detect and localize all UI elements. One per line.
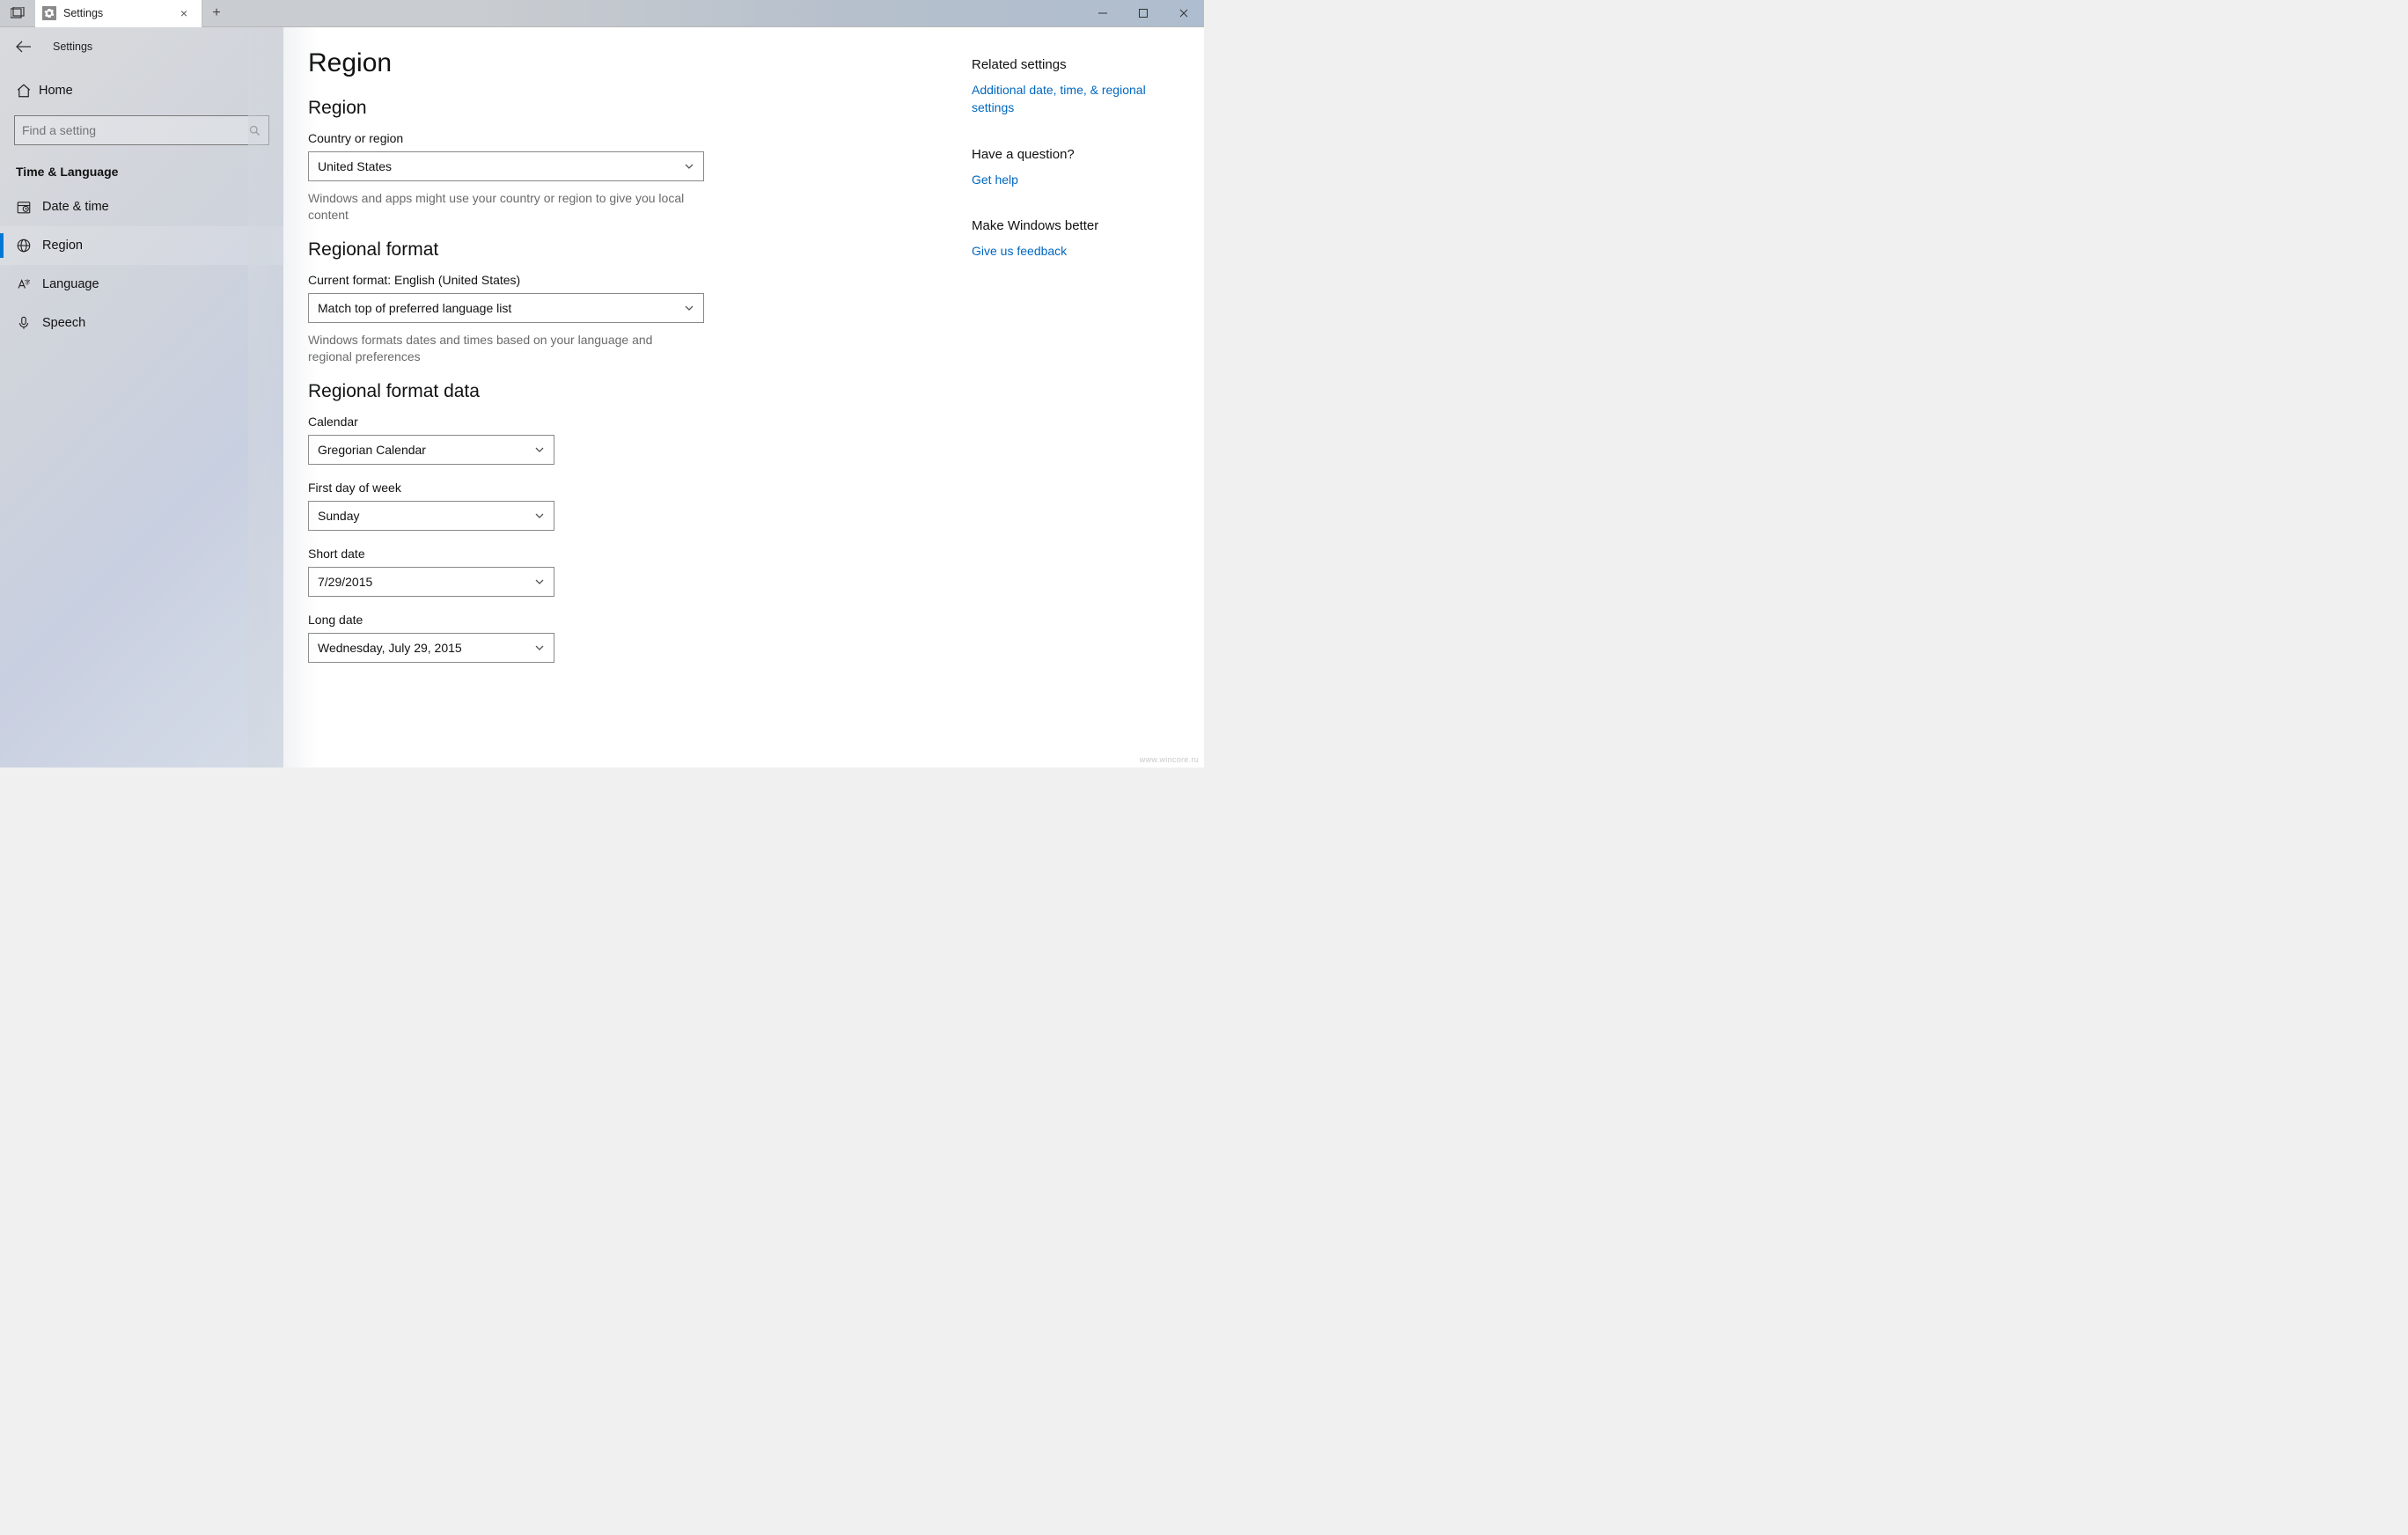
sidebar-item-region[interactable]: Region <box>0 226 283 265</box>
chevron-down-icon <box>534 444 545 455</box>
app-name-label: Settings <box>53 40 92 53</box>
new-tab-button[interactable]: + <box>202 5 231 21</box>
home-icon <box>16 83 39 99</box>
clock-icon <box>16 199 42 215</box>
search-wrap <box>0 108 283 156</box>
related-settings-section: Related settings Additional date, time, … <box>972 57 1190 117</box>
titlebar-left: Settings × + <box>0 0 231 26</box>
question-heading: Have a question? <box>972 147 1190 162</box>
country-desc: Windows and apps might use your country … <box>308 190 686 224</box>
question-section: Have a question? Get help <box>972 147 1190 188</box>
dropdown-value: Match top of preferred language list <box>318 301 511 315</box>
titlebar-drag-area <box>231 0 1083 26</box>
titlebar: Settings × + <box>0 0 1204 27</box>
firstday-group: First day of week Sunday <box>308 481 935 531</box>
window-controls <box>1083 0 1204 26</box>
regional-format-data-heading: Regional format data <box>308 381 935 402</box>
format-desc: Windows formats dates and times based on… <box>308 332 686 365</box>
country-label: Country or region <box>308 131 935 145</box>
tab-title: Settings <box>63 7 175 19</box>
sidebar-home[interactable]: Home <box>0 73 283 108</box>
tab-close-button[interactable]: × <box>175 6 193 20</box>
dropdown-value: United States <box>318 159 392 173</box>
sidebar-header: Settings <box>0 27 283 66</box>
svg-text:字: 字 <box>25 278 31 286</box>
task-view-icon[interactable] <box>0 7 35 19</box>
chevron-down-icon <box>684 161 694 172</box>
get-help-link[interactable]: Get help <box>972 171 1018 188</box>
dropdown-value: Wednesday, July 29, 2015 <box>318 641 462 655</box>
section-title: Time & Language <box>0 156 283 187</box>
sidebar-item-date-time[interactable]: Date & time <box>0 187 283 226</box>
calendar-label: Calendar <box>308 415 935 429</box>
chevron-down-icon <box>684 303 694 313</box>
feedback-section: Make Windows better Give us feedback <box>972 218 1190 260</box>
shortdate-label: Short date <box>308 547 935 561</box>
sidebar-item-label: Region <box>42 239 83 253</box>
search-icon <box>248 124 261 137</box>
search-input[interactable] <box>22 123 248 137</box>
close-button[interactable] <box>1164 0 1204 26</box>
page-title: Region <box>308 48 935 78</box>
language-icon: 字 <box>16 276 42 292</box>
country-group: Country or region United States Windows … <box>308 131 935 224</box>
firstday-label: First day of week <box>308 481 935 495</box>
microphone-icon <box>16 315 42 331</box>
sidebar-item-language[interactable]: 字 Language <box>0 265 283 304</box>
gear-icon <box>42 6 56 20</box>
sidebar-item-speech[interactable]: Speech <box>0 304 283 342</box>
content: Region Region Country or region United S… <box>283 27 952 768</box>
calendar-dropdown[interactable]: Gregorian Calendar <box>308 435 554 465</box>
chevron-down-icon <box>534 577 545 587</box>
search-box[interactable] <box>14 115 269 145</box>
sidebar-item-label: Language <box>42 277 99 291</box>
format-dropdown[interactable]: Match top of preferred language list <box>308 293 704 323</box>
sidebar-item-label: Speech <box>42 316 85 330</box>
chevron-down-icon <box>534 510 545 521</box>
related-heading: Related settings <box>972 57 1190 72</box>
maximize-button[interactable] <box>1123 0 1164 26</box>
tab-settings[interactable]: Settings × <box>35 0 202 27</box>
feedback-link[interactable]: Give us feedback <box>972 242 1067 260</box>
sidebar-item-label: Date & time <box>42 200 109 214</box>
back-button[interactable] <box>16 40 40 53</box>
better-heading: Make Windows better <box>972 218 1190 233</box>
regional-format-group: Current format: English (United States) … <box>308 273 935 365</box>
body: Settings Home Time & Language <box>0 27 1204 768</box>
dropdown-value: 7/29/2015 <box>318 575 372 589</box>
longdate-label: Long date <box>308 613 935 627</box>
chevron-down-icon <box>534 643 545 653</box>
country-dropdown[interactable]: United States <box>308 151 704 181</box>
sidebar: Settings Home Time & Language <box>0 27 283 768</box>
watermark: www.wincore.ru <box>1140 755 1199 764</box>
right-column: Related settings Additional date, time, … <box>972 27 1204 768</box>
settings-window: Settings × + Settings <box>0 0 1204 768</box>
shortdate-dropdown[interactable]: 7/29/2015 <box>308 567 554 597</box>
calendar-group: Calendar Gregorian Calendar <box>308 415 935 465</box>
main-area: Region Region Country or region United S… <box>283 27 1204 768</box>
dropdown-value: Sunday <box>318 509 359 523</box>
current-format-label: Current format: English (United States) <box>308 273 935 287</box>
home-label: Home <box>39 84 73 98</box>
region-heading: Region <box>308 98 935 119</box>
globe-icon <box>16 238 42 253</box>
longdate-dropdown[interactable]: Wednesday, July 29, 2015 <box>308 633 554 663</box>
dropdown-value: Gregorian Calendar <box>318 443 426 457</box>
related-link[interactable]: Additional date, time, & regional settin… <box>972 81 1190 117</box>
shortdate-group: Short date 7/29/2015 <box>308 547 935 597</box>
firstday-dropdown[interactable]: Sunday <box>308 501 554 531</box>
minimize-button[interactable] <box>1083 0 1123 26</box>
regional-format-heading: Regional format <box>308 239 935 261</box>
longdate-group: Long date Wednesday, July 29, 2015 <box>308 613 935 663</box>
